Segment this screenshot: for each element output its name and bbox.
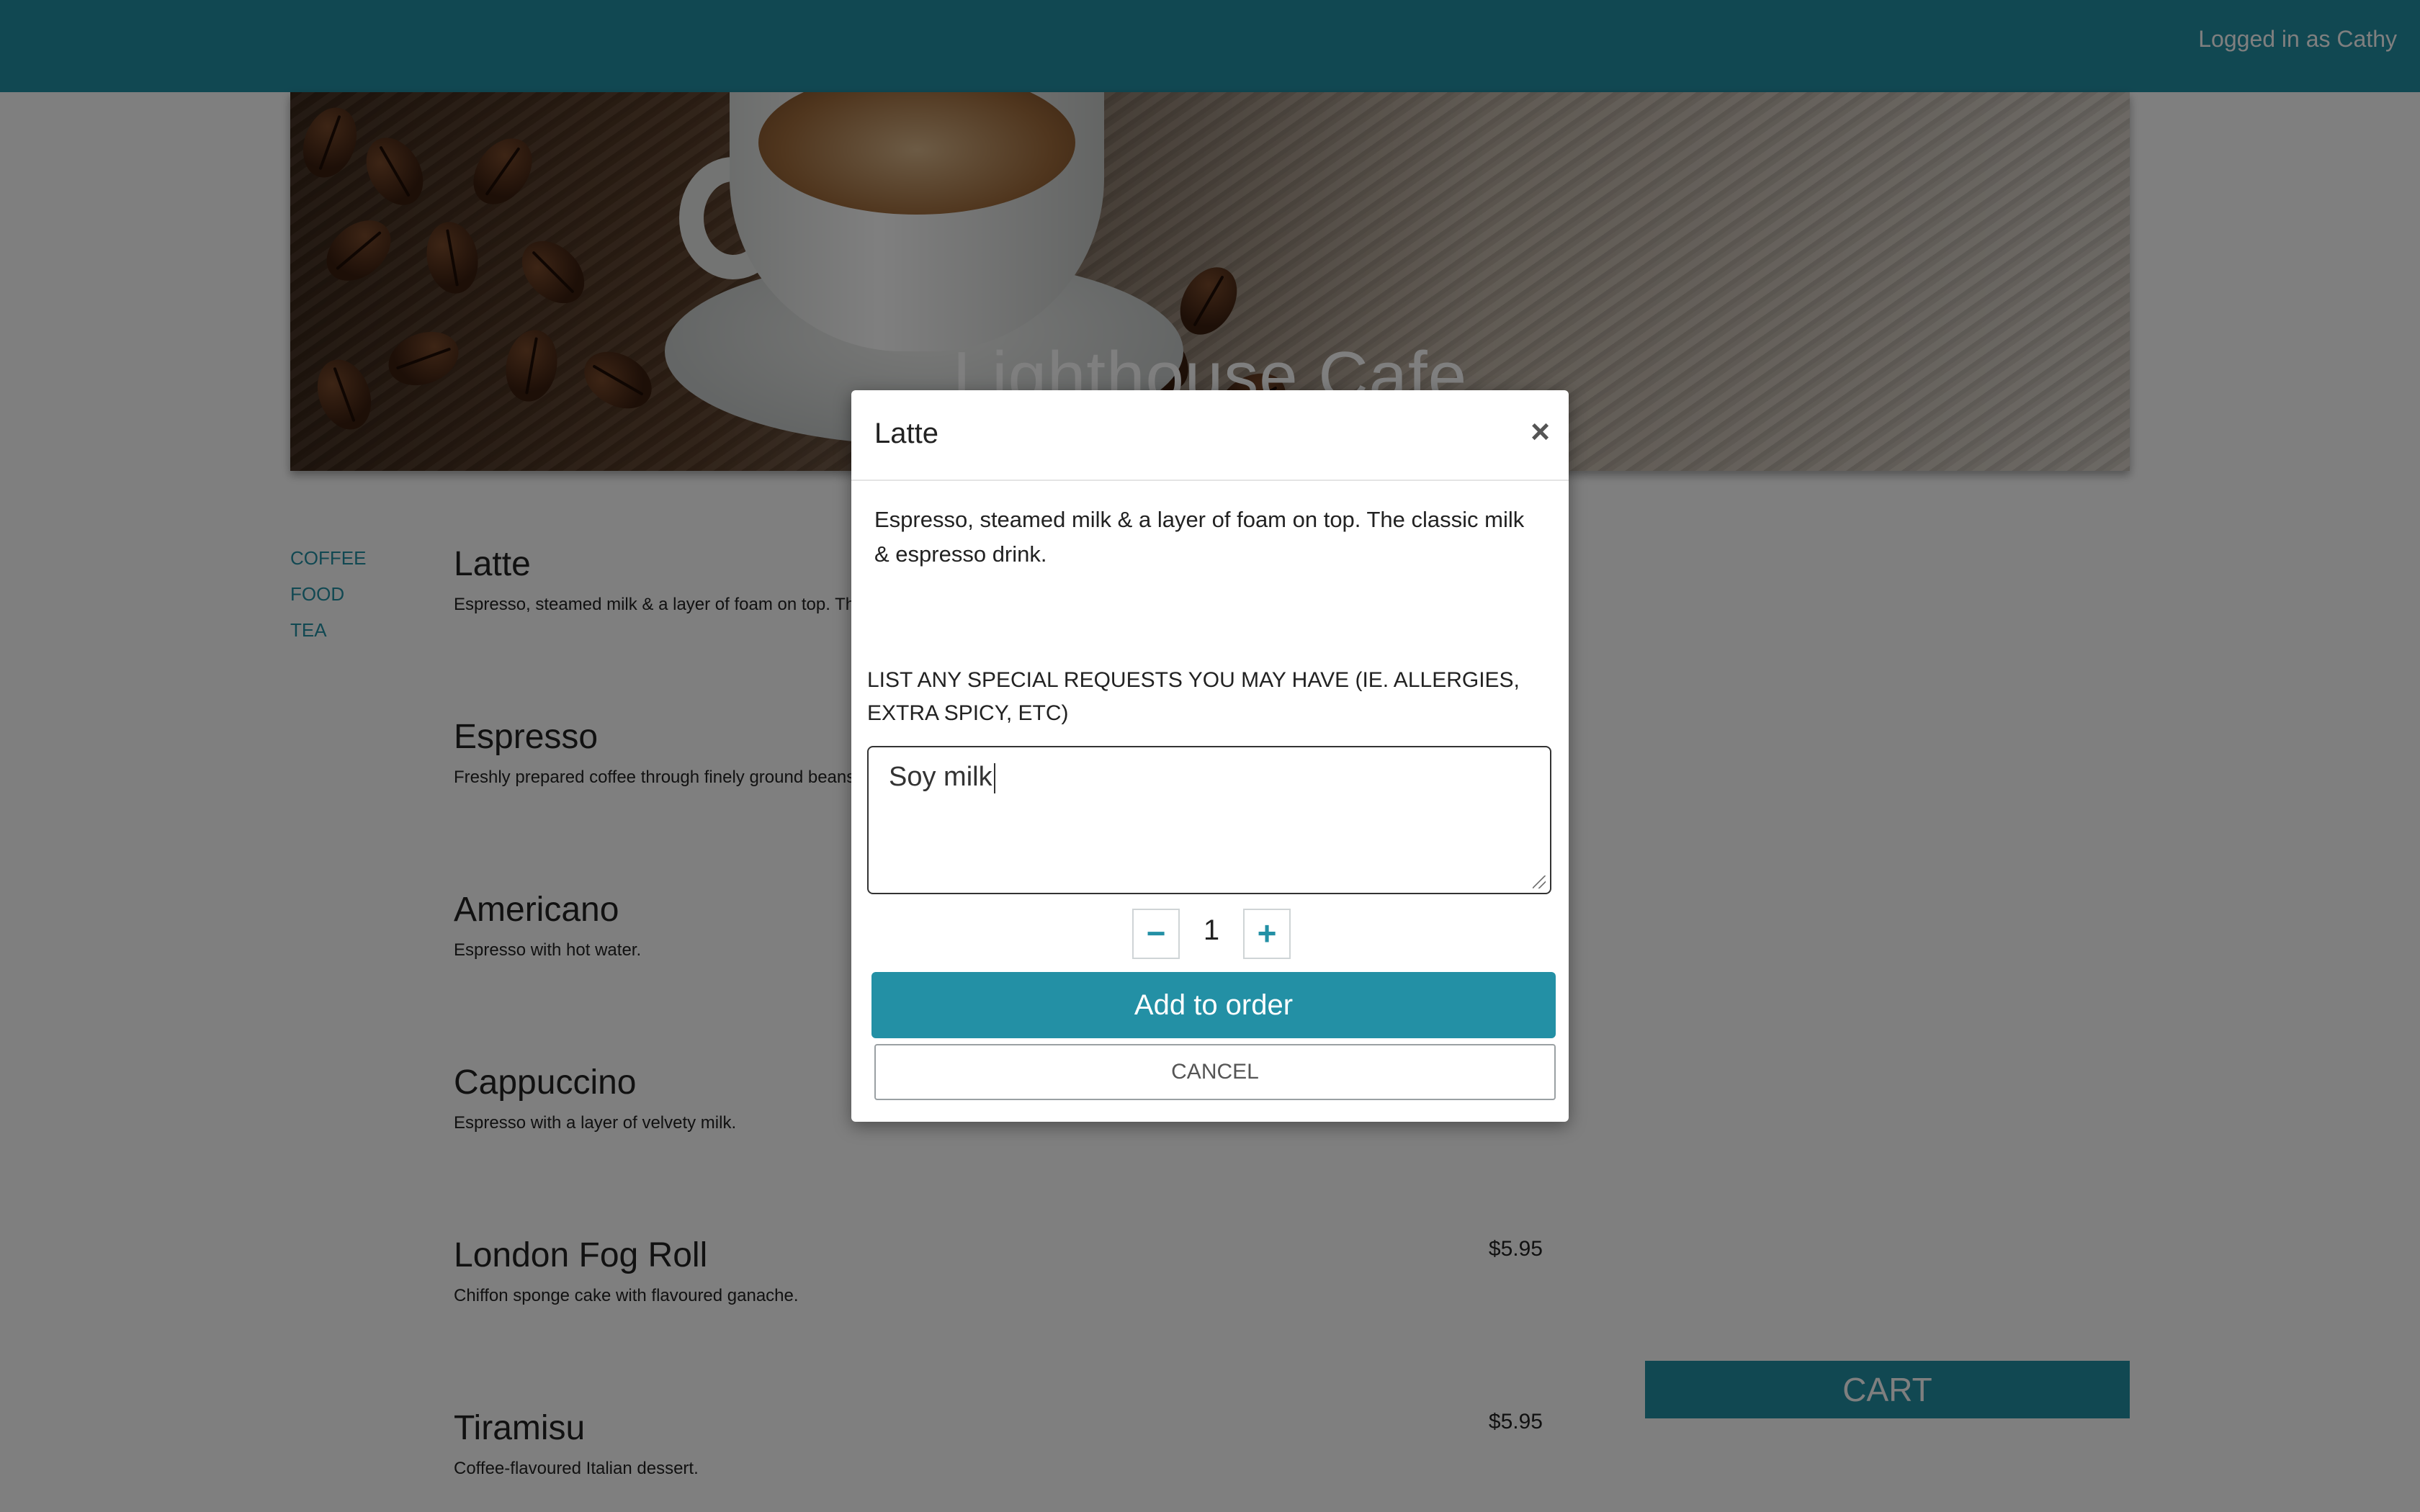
special-requests-input[interactable]: Soy milk [867, 746, 1551, 894]
quantity-value: 1 [1203, 914, 1220, 946]
modal-description: Espresso, steamed milk & a layer of foam… [874, 507, 1525, 567]
modal-title: Latte [874, 418, 938, 449]
special-requests-value: Soy milk [889, 762, 992, 792]
modal-header: Latte × [851, 390, 1569, 481]
close-icon[interactable]: × [1531, 412, 1550, 451]
minus-icon[interactable]: − [1132, 909, 1180, 959]
text-caret [993, 762, 995, 793]
item-modal: Latte × Espresso, steamed milk & a layer… [851, 390, 1569, 1122]
special-requests-label: LIST ANY SPECIAL REQUESTS YOU MAY HAVE (… [867, 668, 1520, 725]
resize-grip-icon[interactable] [1533, 876, 1546, 888]
plus-icon[interactable]: + [1243, 909, 1291, 959]
add-to-order-button[interactable]: Add to order [871, 972, 1556, 1038]
quantity-stepper: − 1 + [1132, 909, 1291, 959]
cancel-button[interactable]: CANCEL [874, 1044, 1556, 1100]
